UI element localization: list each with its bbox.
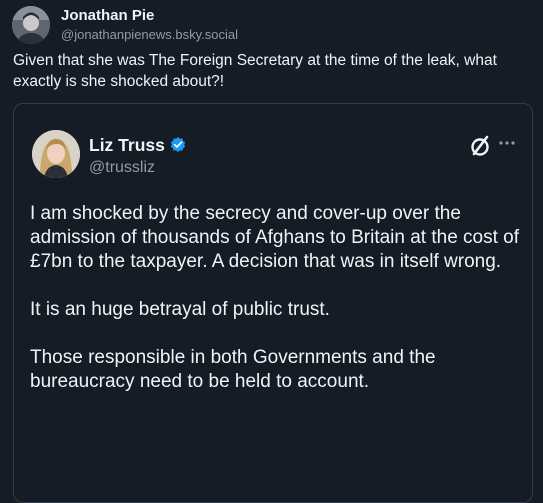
quoted-post-paragraph: Those responsible in both Governments an… (30, 347, 436, 392)
quoted-post-card[interactable]: Liz Truss @trussliz I am shocked by the … (13, 103, 533, 503)
quoted-author-handle[interactable]: @trussliz (89, 159, 155, 177)
quoted-author-name-row: Liz Truss (89, 134, 187, 156)
user-avatar-icon (32, 130, 80, 178)
post-text: Given that she was The Foreign Secretary… (13, 52, 497, 90)
quoted-author-display-name[interactable]: Liz Truss (89, 135, 165, 156)
quoted-post-paragraph: It is an huge betrayal of public trust. (30, 299, 330, 320)
quoted-post-paragraph: I am shocked by the secrecy and cover-up… (30, 203, 520, 272)
quoted-post-body: I am shocked by the secrecy and cover-up… (30, 202, 526, 418)
user-avatar-icon (12, 6, 50, 44)
author-display-name[interactable]: Jonathan Pie (61, 7, 154, 24)
author-handle[interactable]: @jonathanpienews.bsky.social (61, 27, 238, 42)
author-avatar[interactable] (12, 6, 50, 44)
x-logo-icon[interactable] (468, 134, 492, 158)
quoted-author-avatar[interactable] (32, 130, 80, 178)
verified-badge-icon (170, 137, 185, 152)
more-options-icon[interactable] (498, 140, 516, 146)
post-header: Jonathan Pie @jonathanpienews.bsky.socia… (12, 6, 532, 46)
